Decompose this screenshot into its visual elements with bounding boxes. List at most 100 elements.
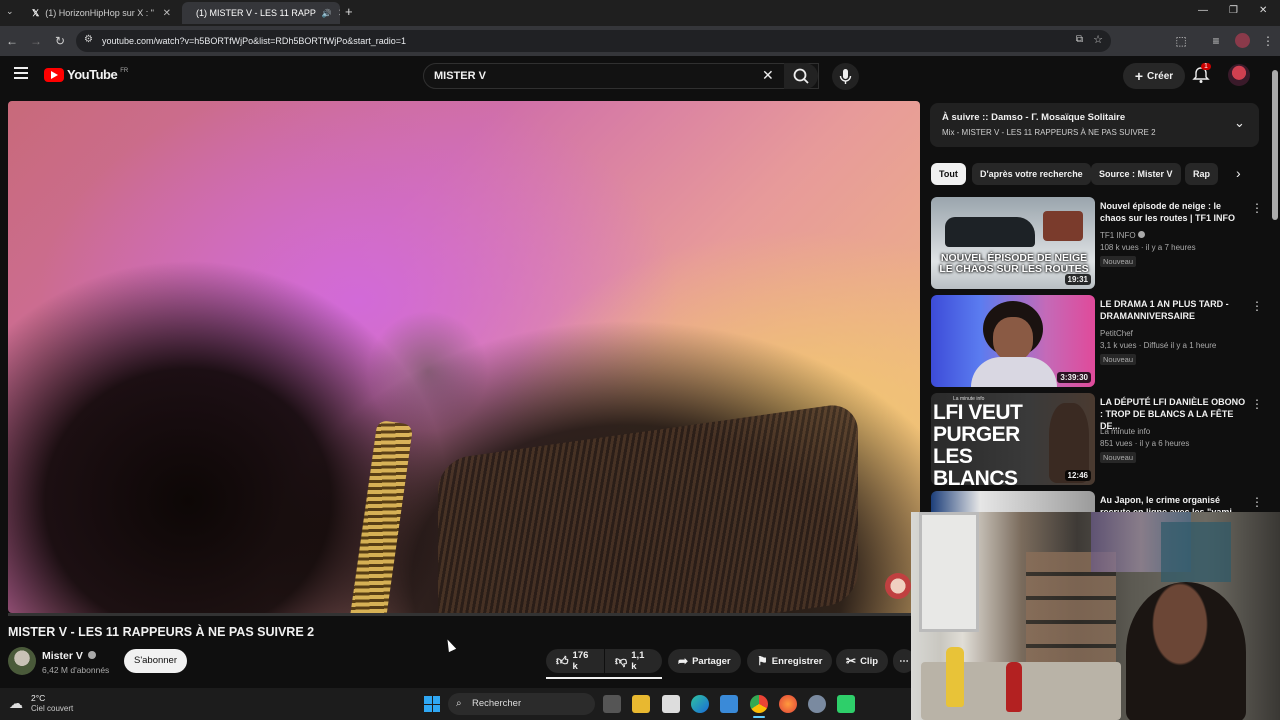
video-thumbnail[interactable]: 3:39:30 <box>931 295 1095 387</box>
install-icon[interactable]: ⧉ <box>1076 34 1083 45</box>
notifications-button[interactable]: 1 <box>1192 63 1212 86</box>
more-options-icon[interactable]: ⋮ <box>1251 495 1263 509</box>
taskbar-search[interactable]: ⌕ Rechercher <box>448 693 595 715</box>
media-control-icon[interactable]: ≡ <box>1207 32 1225 50</box>
app-icon[interactable] <box>837 695 855 713</box>
tab-search-icon[interactable]: ⌄ <box>6 6 18 18</box>
chip-source-mister-v[interactable]: Source : Mister V <box>1091 163 1181 185</box>
list-item[interactable]: Au Japon, le crime organisé recrute en l… <box>931 491 1266 512</box>
notification-badge: 1 <box>1201 63 1211 70</box>
list-item[interactable]: 3:39:30 LE DRAMA 1 AN PLUS TARD - DRAMAN… <box>931 295 1266 388</box>
channel-name[interactable]: Mister V <box>42 650 96 662</box>
video-meta: 3,1 k vues · Diffusé il y a 1 heure <box>1100 341 1217 350</box>
up-next-mix-panel[interactable]: À suivre :: Damso - Γ. Mosaïque Solitair… <box>930 103 1259 147</box>
page-scrollbar[interactable] <box>1272 70 1278 220</box>
more-options-icon[interactable]: ⋮ <box>1251 201 1263 215</box>
clip-button[interactable]: ✂ Clip <box>836 649 889 673</box>
verified-icon <box>87 651 96 659</box>
close-icon[interactable]: ✕ <box>338 8 340 19</box>
firefox-icon[interactable] <box>779 695 797 713</box>
microphone-icon <box>839 69 852 84</box>
chip-tout[interactable]: Tout <box>931 163 966 185</box>
video-thumbnail[interactable]: La minute info LFI VEUT PURGER LES BLANC… <box>931 393 1095 485</box>
chip-search-related[interactable]: D'après votre recherche <box>972 163 1091 185</box>
plus-icon: + <box>1134 68 1144 84</box>
file-explorer-icon[interactable] <box>632 695 650 713</box>
weather-icon[interactable]: ☁ <box>9 695 23 712</box>
video-thumbnail[interactable] <box>931 491 1095 512</box>
scissors-icon: ✂ <box>846 654 857 668</box>
forward-icon[interactable]: → <box>27 32 45 50</box>
back-icon[interactable]: ← <box>3 32 21 50</box>
settings-icon[interactable] <box>808 695 826 713</box>
restore-icon[interactable]: ❐ <box>1229 5 1238 16</box>
like-button[interactable]: 👍︎ 176 k <box>546 649 604 673</box>
voice-search-button[interactable] <box>832 63 859 90</box>
windows-start-icon[interactable] <box>424 696 440 712</box>
video-meta: 108 k vues · il y a 7 heures <box>1100 243 1196 252</box>
create-button[interactable]: + Créer <box>1123 63 1185 89</box>
notes-icon[interactable] <box>662 695 680 713</box>
video-meta: 851 vues · il y a 6 heures <box>1100 439 1190 448</box>
dislike-button[interactable]: 👎︎ 1,1 k <box>605 649 662 673</box>
list-item[interactable]: La minute info LFI VEUT PURGER LES BLANC… <box>931 393 1266 486</box>
youtube-logo[interactable]: YouTube FR <box>44 67 128 82</box>
more-options-icon[interactable]: ⋮ <box>1251 397 1263 411</box>
tab-label: (1) HorizonHipHop sur X : " <box>45 8 154 18</box>
extensions-icon[interactable]: ⬚ <box>1172 32 1190 50</box>
tab-label: (1) MISTER V - LES 11 RAPP <box>196 8 316 18</box>
chrome-icon[interactable] <box>750 695 768 713</box>
list-item[interactable]: NOUVEL ÉPISODE DE NEIGE LE CHAOS SUR LES… <box>931 197 1266 290</box>
share-icon: ➦ <box>678 654 689 668</box>
subscribe-button[interactable]: S'abonner <box>124 649 187 673</box>
tab-horizonhiphop[interactable]: 𝕏 (1) HorizonHipHop sur X : " ✕ <box>24 2 179 24</box>
chevron-down-icon[interactable]: ⌄ <box>1234 115 1245 131</box>
new-tab-button[interactable]: + <box>345 4 353 19</box>
share-button[interactable]: ➦ Partager <box>668 649 741 673</box>
video-progress-bar[interactable] <box>8 613 920 616</box>
speaker-icon[interactable]: 🔊 <box>322 9 332 18</box>
windows-taskbar: ☁ 2°C Ciel couvert ⌕ Rechercher <box>0 688 911 720</box>
save-label: Enregistrer <box>771 655 823 667</box>
more-options-icon[interactable]: ⋮ <box>1251 299 1263 313</box>
clear-search-icon[interactable]: ✕ <box>762 67 774 84</box>
share-label: Partager <box>692 655 731 667</box>
more-icon: ⋯ <box>899 655 909 667</box>
address-bar[interactable]: ⚙ youtube.com/watch?v=h5BORTfWjPo&list=R… <box>76 30 1111 52</box>
channel-name[interactable]: TF1 INFO <box>1100 231 1145 240</box>
search-button[interactable] <box>784 63 818 89</box>
weather-description: Ciel couvert <box>31 704 74 713</box>
profile-avatar[interactable] <box>1235 33 1250 48</box>
clip-label: Clip <box>860 655 879 667</box>
edge-icon[interactable] <box>691 695 709 713</box>
video-thumbnail[interactable]: NOUVEL ÉPISODE DE NEIGE LE CHAOS SUR LES… <box>931 197 1095 289</box>
browser-toolbar: ← → ↻ ⚙ youtube.com/watch?v=h5BORTfWjPo&… <box>0 26 1280 56</box>
tab-mister-v[interactable]: (1) MISTER V - LES 11 RAPP 🔊 ✕ <box>182 2 340 24</box>
bookmark-icon: ⚑ <box>757 654 768 668</box>
account-avatar[interactable] <box>1228 64 1250 86</box>
x-logo-icon: 𝕏 <box>32 7 40 18</box>
save-button[interactable]: ⚑ Enregistrer <box>747 649 833 673</box>
minimize-icon[interactable]: — <box>1198 5 1208 16</box>
chevron-right-icon[interactable]: › <box>1236 165 1241 181</box>
video-title: Nouvel épisode de neige : le chaos sur l… <box>1100 201 1236 223</box>
chip-rap[interactable]: Rap <box>1185 163 1219 185</box>
browser-menu-icon[interactable]: ⋮ <box>1259 32 1277 50</box>
channel-name[interactable]: La minute info <box>1100 427 1150 436</box>
close-window-icon[interactable]: ✕ <box>1259 5 1267 16</box>
store-icon[interactable] <box>720 695 738 713</box>
search-icon: ⌕ <box>456 698 462 709</box>
video-player[interactable] <box>8 101 920 613</box>
search-input[interactable]: MISTER V <box>423 63 819 89</box>
channel-avatar[interactable] <box>8 647 36 675</box>
close-icon[interactable]: ✕ <box>163 8 171 19</box>
hamburger-menu-icon[interactable] <box>14 67 28 79</box>
reload-icon[interactable]: ↻ <box>51 32 69 50</box>
task-view-icon[interactable] <box>603 695 621 713</box>
site-info-icon[interactable]: ⚙ <box>84 34 93 45</box>
channel-name[interactable]: PetitChef <box>1100 329 1133 338</box>
thumbs-up-icon: 👍︎ <box>556 653 569 668</box>
bookmark-star-icon[interactable]: ☆ <box>1093 33 1103 46</box>
search-icon <box>793 68 809 84</box>
channel-watermark[interactable] <box>885 573 911 599</box>
